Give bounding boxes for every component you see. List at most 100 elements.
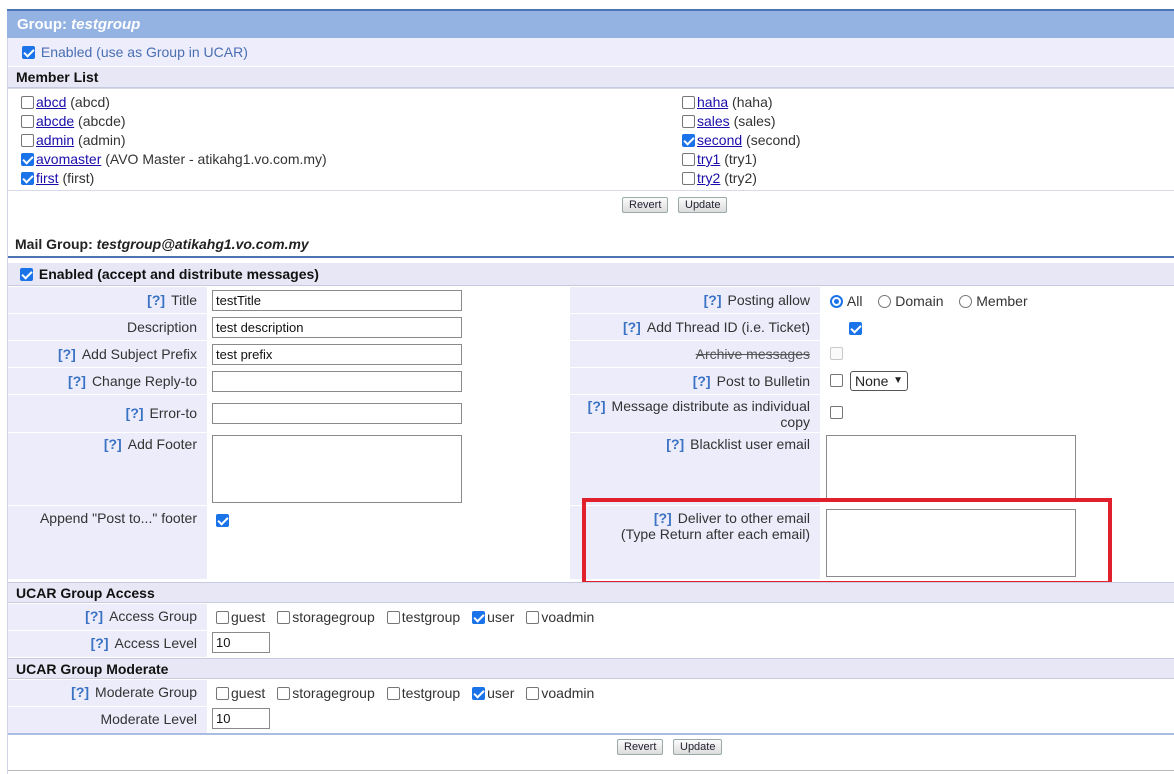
access-group-options: guest storagegroup testgroup user voadmin xyxy=(216,609,606,625)
group-name: guest xyxy=(231,609,266,625)
group-checkbox[interactable] xyxy=(277,687,291,700)
update-button[interactable]: Update xyxy=(678,197,728,213)
reply-to-input[interactable] xyxy=(212,371,462,392)
group-checkbox[interactable] xyxy=(472,687,486,700)
member-checkbox[interactable] xyxy=(682,153,695,166)
member-name: (first) xyxy=(58,170,95,186)
group-checkbox[interactable] xyxy=(386,687,400,700)
group-name: voadmin xyxy=(541,609,595,625)
member-link[interactable]: first xyxy=(36,170,59,186)
error-to-input[interactable] xyxy=(212,403,462,424)
help-link[interactable]: [?] xyxy=(68,373,86,389)
append-footer-label: Append "Post to..." footer xyxy=(7,506,207,579)
access-level-input[interactable]: 10 xyxy=(212,632,270,653)
ucar-moderate-title: UCAR Group Moderate xyxy=(7,658,1174,679)
posting-domain-radio[interactable] xyxy=(878,295,892,308)
member-link[interactable]: second xyxy=(697,132,742,148)
member-name: (try2) xyxy=(720,170,757,186)
group-checkbox[interactable] xyxy=(216,687,229,700)
member-checkbox[interactable] xyxy=(21,96,34,109)
group-header: Group: testgroup xyxy=(7,9,1174,38)
group-option: user xyxy=(472,685,514,701)
footer-textarea[interactable] xyxy=(212,435,462,503)
member-checkbox[interactable] xyxy=(21,153,34,166)
help-link[interactable]: [?] xyxy=(588,398,606,414)
highlight-box xyxy=(582,498,1112,585)
bottom-update-button[interactable]: Update xyxy=(673,739,723,755)
member-link[interactable]: haha xyxy=(697,94,728,110)
group-checkbox[interactable] xyxy=(526,611,540,624)
help-link[interactable]: [?] xyxy=(126,405,144,421)
access-level-label: [?] Access Level xyxy=(7,631,207,657)
group-option: user xyxy=(472,609,514,625)
bulletin-select[interactable]: None ▼ xyxy=(850,371,908,391)
blacklist-label: [?] Blacklist user email xyxy=(570,433,820,505)
help-link[interactable]: [?] xyxy=(623,319,641,335)
member-name: (admin) xyxy=(74,132,126,148)
help-link[interactable]: [?] xyxy=(147,292,165,308)
group-settings-page: Group: testgroup Enabled (use as Group i… xyxy=(0,0,1174,774)
member-checkbox[interactable] xyxy=(682,134,695,147)
description-input[interactable]: test description xyxy=(212,317,462,338)
posting-allow-radios: All Domain Member xyxy=(830,293,1040,309)
group-checkbox[interactable] xyxy=(472,611,486,624)
mail-group-address: testgroup@atikahg1.vo.com.my xyxy=(96,236,309,252)
subject-prefix-input[interactable]: test prefix xyxy=(212,344,462,365)
title-input[interactable]: testTitle xyxy=(212,290,462,311)
moderate-level-input[interactable]: 10 xyxy=(212,708,270,729)
member-link[interactable]: try1 xyxy=(697,151,720,167)
member-link[interactable]: admin xyxy=(36,132,74,148)
member-link[interactable]: sales xyxy=(697,113,730,129)
member-checkbox[interactable] xyxy=(21,115,34,128)
subject-prefix-label: [?] Add Subject Prefix xyxy=(7,341,207,367)
posting-member-radio[interactable] xyxy=(959,295,973,308)
help-link[interactable]: [?] xyxy=(693,373,711,389)
member-item: admin (admin) xyxy=(21,132,126,148)
individual-checkbox[interactable] xyxy=(830,406,843,419)
help-link[interactable]: [?] xyxy=(91,635,109,651)
enabled-ucar-checkbox[interactable] xyxy=(22,46,35,59)
help-link[interactable]: [?] xyxy=(85,608,103,624)
group-option: guest xyxy=(216,685,265,701)
help-link[interactable]: [?] xyxy=(666,436,684,452)
member-checkbox[interactable] xyxy=(682,96,695,109)
member-checkbox[interactable] xyxy=(21,134,34,147)
member-link[interactable]: abcd xyxy=(36,94,66,110)
moderate-level-label: Moderate Level xyxy=(7,707,207,733)
member-item: avomaster (AVO Master - atikahg1.vo.com.… xyxy=(21,151,327,167)
blacklist-textarea[interactable] xyxy=(826,435,1076,499)
member-link[interactable]: abcde xyxy=(36,113,74,129)
group-option: voadmin xyxy=(526,685,594,701)
help-link[interactable]: [?] xyxy=(704,292,722,308)
revert-button[interactable]: Revert xyxy=(622,197,669,213)
thread-id-label: [?] Add Thread ID (i.e. Ticket) xyxy=(570,314,820,340)
help-link[interactable]: [?] xyxy=(104,436,122,452)
group-name: storagegroup xyxy=(292,609,375,625)
help-link[interactable]: [?] xyxy=(58,346,76,362)
group-checkbox[interactable] xyxy=(386,611,400,624)
member-item: sales (sales) xyxy=(682,113,776,129)
posting-all-radio[interactable] xyxy=(830,295,843,308)
group-option: storagegroup xyxy=(277,609,375,625)
group-checkbox[interactable] xyxy=(277,611,291,624)
mail-group-title: Mail Group: testgroup@atikahg1.vo.com.my xyxy=(15,236,309,252)
member-item: haha (haha) xyxy=(682,94,773,110)
group-option: voadmin xyxy=(526,609,594,625)
thread-id-checkbox[interactable] xyxy=(848,322,862,335)
mail-enabled-checkbox[interactable] xyxy=(20,268,33,281)
member-checkbox[interactable] xyxy=(682,115,695,128)
enabled-ucar-row: Enabled (use as Group in UCAR) xyxy=(7,38,1174,66)
group-checkbox[interactable] xyxy=(216,611,229,624)
member-name: (sales) xyxy=(729,113,776,129)
group-option: testgroup xyxy=(386,685,460,701)
member-checkbox[interactable] xyxy=(682,172,695,185)
append-footer-checkbox[interactable] xyxy=(216,514,229,527)
member-item: first (first) xyxy=(21,170,94,186)
group-checkbox[interactable] xyxy=(526,687,540,700)
member-link[interactable]: try2 xyxy=(697,170,720,186)
member-link[interactable]: avomaster xyxy=(36,151,101,167)
bulletin-checkbox[interactable] xyxy=(830,374,843,387)
member-checkbox[interactable] xyxy=(21,172,34,185)
bottom-revert-button[interactable]: Revert xyxy=(617,739,664,755)
help-link[interactable]: [?] xyxy=(71,684,89,700)
